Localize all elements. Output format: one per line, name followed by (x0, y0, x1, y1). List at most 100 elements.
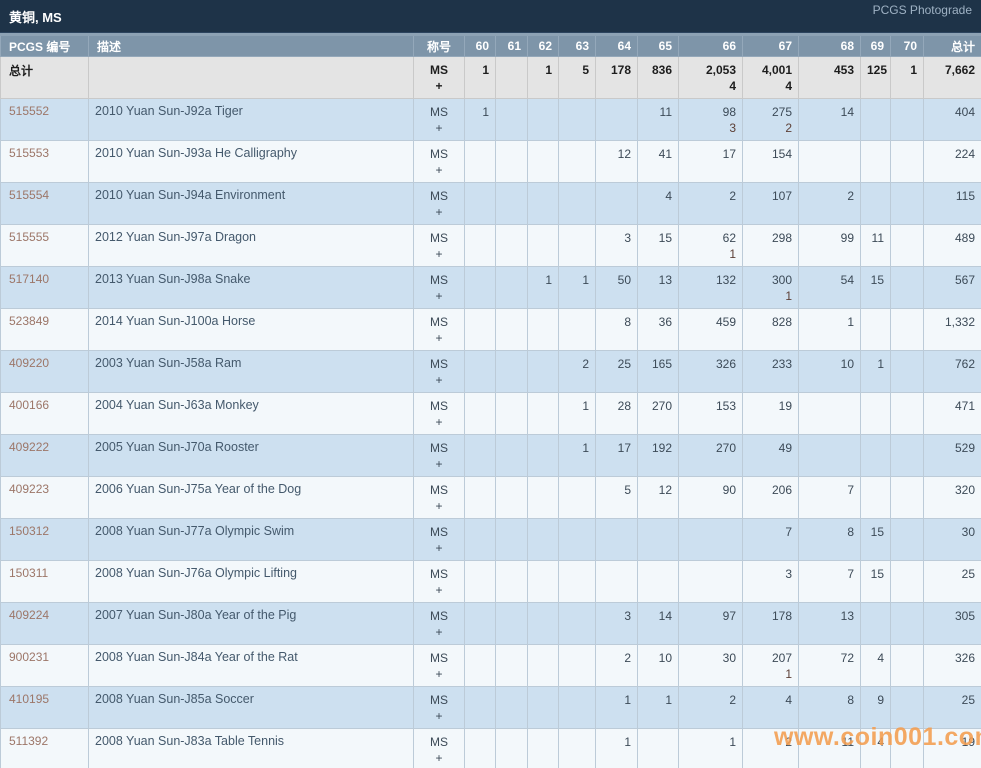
pcgs-number-link[interactable]: 409223 (1, 477, 89, 519)
cell-value: 98 (685, 104, 736, 120)
pcgs-number-link[interactable]: 150312 (1, 519, 89, 561)
cell-value: 298 (749, 230, 792, 246)
table-row: 1503112008 Yuan Sun-J76a Olympic Lifting… (1, 561, 981, 603)
grade-64-cell (596, 561, 638, 603)
row-total-cell: 1,332 (924, 309, 981, 351)
grade-64-cell: 2 (596, 645, 638, 687)
photograde-link[interactable]: PCGS Photograde (873, 3, 972, 17)
cell-value: 12 (602, 146, 631, 162)
plus-count: 4 (685, 78, 736, 94)
pcgs-number-link[interactable]: 523849 (1, 309, 89, 351)
grade-70-cell (891, 183, 924, 225)
grade-63-cell (559, 309, 596, 351)
grade-67-cell: 154 (743, 141, 799, 183)
page-title: 黄铜, MS (9, 7, 62, 26)
designation-cell: MS+ (414, 435, 465, 477)
row-total-cell: 762 (924, 351, 981, 393)
plus-count: 4 (749, 78, 792, 94)
pcgs-number-link[interactable]: 515554 (1, 183, 89, 225)
cell-value: 1 (471, 62, 489, 78)
pcgs-number-link[interactable]: 409220 (1, 351, 89, 393)
grade-68-cell: 13 (799, 603, 861, 645)
grade-63-cell: 1 (559, 393, 596, 435)
cell-value: MS (416, 650, 462, 666)
plus-count: 3 (685, 120, 736, 136)
cell-value: 7 (805, 566, 854, 582)
grade-67-cell: 233 (743, 351, 799, 393)
totals-row: 总计MS+1151788362,05344,001445312517,662 (1, 57, 981, 99)
grade-61-cell (496, 477, 528, 519)
pcgs-number-link[interactable]: 150311 (1, 561, 89, 603)
grade-60-cell (465, 435, 496, 477)
grade-65-cell: 12 (638, 477, 679, 519)
grade-64-cell: 5 (596, 477, 638, 519)
coin-description: 2010 Yuan Sun-J94a Environment (89, 183, 414, 225)
grade-69-cell: 4 (861, 645, 891, 687)
pcgs-population-report-page: 黄铜, MS PCGS Photograde PCGS 编号描述称号606162… (0, 0, 981, 768)
designation-cell: MS+ (414, 225, 465, 267)
grade-62-cell: 1 (528, 57, 559, 99)
grade-70-cell (891, 561, 924, 603)
grade-70-cell (891, 519, 924, 561)
grade-60-cell (465, 603, 496, 645)
grade-64-cell: 3 (596, 225, 638, 267)
grade-64-cell: 178 (596, 57, 638, 99)
pcgs-number-link[interactable]: 515553 (1, 141, 89, 183)
cell-value: 4 (749, 692, 792, 708)
pcgs-number-link[interactable]: 409224 (1, 603, 89, 645)
coin-description: 2010 Yuan Sun-J93a He Calligraphy (89, 141, 414, 183)
grade-69-cell (861, 183, 891, 225)
coin-description: 2003 Yuan Sun-J58a Ram (89, 351, 414, 393)
cell-value: MS (416, 314, 462, 330)
grade-61-cell (496, 603, 528, 645)
cell-value: 459 (685, 314, 736, 330)
grade-65-cell (638, 729, 679, 768)
grade-69-cell: 1 (861, 351, 891, 393)
cell-value: 115 (930, 188, 975, 204)
grade-67-cell: 3001 (743, 267, 799, 309)
grade-60-cell (465, 393, 496, 435)
cell-value: 8 (602, 314, 631, 330)
pcgs-number-link[interactable]: 517140 (1, 267, 89, 309)
cell-value: 320 (930, 482, 975, 498)
grade-65-cell: 15 (638, 225, 679, 267)
grade-68-cell: 8 (799, 687, 861, 729)
cell-value: 8 (805, 524, 854, 540)
table-row: 5155552012 Yuan Sun-J97a DragonMS+315621… (1, 225, 981, 267)
grade-70-cell: 1 (891, 57, 924, 99)
table-row: 4092242007 Yuan Sun-J80a Year of the Pig… (1, 603, 981, 645)
designation-cell: MS+ (414, 99, 465, 141)
table-row: 5171402013 Yuan Sun-J98a SnakeMS+1150131… (1, 267, 981, 309)
cell-value: 7 (805, 482, 854, 498)
row-total-cell: 567 (924, 267, 981, 309)
pcgs-number-link[interactable]: 900231 (1, 645, 89, 687)
cell-value: 404 (930, 104, 975, 120)
pcgs-number-link[interactable]: 515555 (1, 225, 89, 267)
grade-67-cell: 19 (743, 393, 799, 435)
pcgs-number-link[interactable]: 511392 (1, 729, 89, 768)
cell-value: 4 (867, 734, 884, 750)
pcgs-number-link[interactable]: 515552 (1, 99, 89, 141)
cell-value: 1 (565, 440, 589, 456)
pcgs-number-link[interactable]: 400166 (1, 393, 89, 435)
grade-65-cell: 192 (638, 435, 679, 477)
grade-70-cell (891, 477, 924, 519)
cell-value: MS (416, 62, 462, 78)
grade-64-cell: 12 (596, 141, 638, 183)
pcgs-number-link[interactable]: 410195 (1, 687, 89, 729)
row-total-cell: 224 (924, 141, 981, 183)
grade-60-cell (465, 477, 496, 519)
grade-66-cell: 90 (679, 477, 743, 519)
grade-67-cell: 49 (743, 435, 799, 477)
grade-62-cell (528, 309, 559, 351)
grade-68-cell: 453 (799, 57, 861, 99)
grade-60-cell: 1 (465, 57, 496, 99)
table-header-row: PCGS 编号描述称号6061626364656667686970总计 (1, 35, 981, 57)
pcgs-number-link[interactable]: 409222 (1, 435, 89, 477)
grade-68-cell: 11 (799, 729, 861, 768)
cell-value: 19 (930, 734, 975, 750)
grade-60-cell (465, 309, 496, 351)
grade-63-cell (559, 99, 596, 141)
cell-value: 154 (749, 146, 792, 162)
cell-value: 4 (644, 188, 672, 204)
